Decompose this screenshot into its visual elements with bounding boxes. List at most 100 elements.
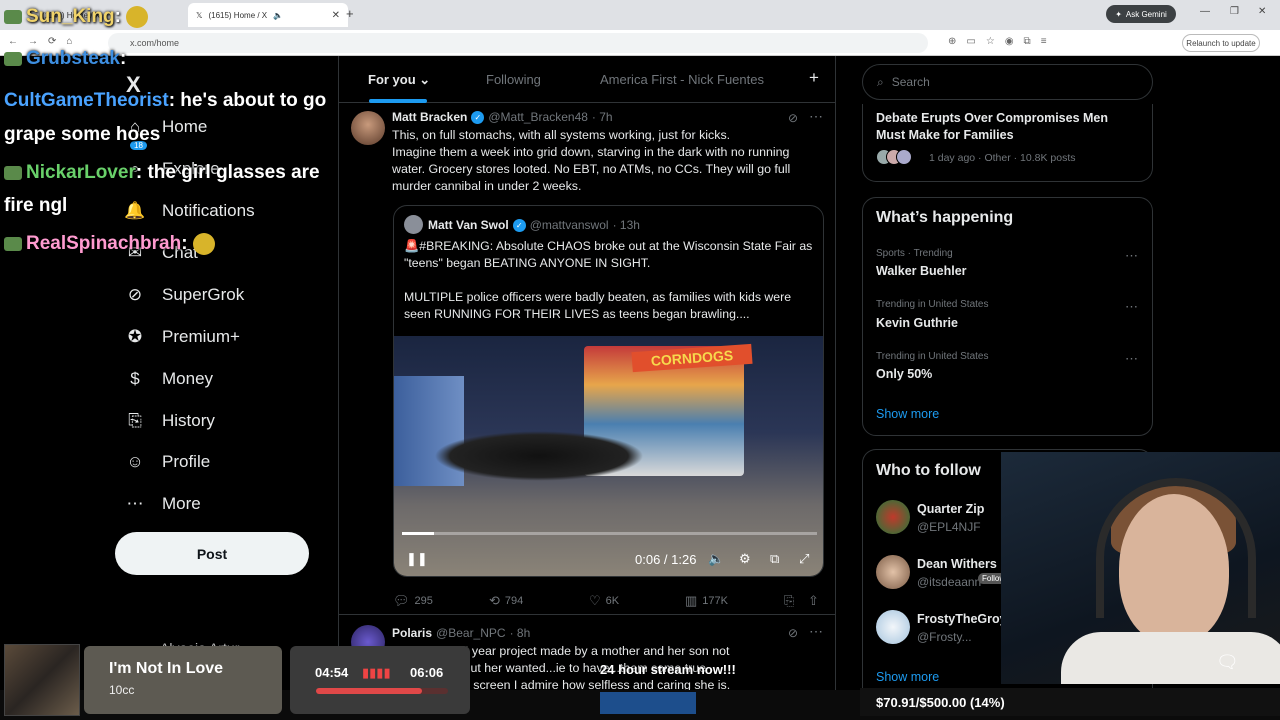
- extension-icon[interactable]: ◉: [1005, 36, 1014, 47]
- like-button[interactable]: ♡ 6K: [589, 593, 619, 609]
- avatar[interactable]: [876, 555, 910, 589]
- more-options-icon[interactable]: ⋯: [1125, 351, 1138, 367]
- pause-icon[interactable]: ❚❚: [406, 551, 428, 567]
- cast-icon[interactable]: ▭: [966, 36, 975, 47]
- chat-message: Sun_King:: [4, 6, 149, 28]
- video-progress-bar[interactable]: [402, 532, 817, 535]
- stream-chat-overlay: Sun_King: Grubsteak: CultGameTheorist: h…: [0, 0, 360, 270]
- nav-item-history[interactable]: ⎘ History: [124, 404, 215, 438]
- chat-bubble-icon[interactable]: 🗨: [1216, 652, 1239, 673]
- chart-icon: ▥: [685, 593, 698, 608]
- volume-icon[interactable]: 🔈: [708, 551, 724, 567]
- grok-icon: ⊘: [127, 285, 143, 304]
- close-window-icon[interactable]: ✕: [1258, 6, 1266, 17]
- extension-icons[interactable]: ⊕ ▭ ☆ ◉ ⧉ ≡: [948, 36, 1047, 47]
- puzzle-icon[interactable]: ⧉: [1024, 36, 1031, 47]
- emote-icon: [192, 233, 215, 255]
- zoom-icon[interactable]: ⊕: [948, 36, 956, 47]
- menu-icon[interactable]: ≡: [1041, 36, 1047, 47]
- video-scene-crowd: [434, 431, 644, 481]
- tab-for-you-label: For you: [368, 72, 416, 87]
- maximize-icon[interactable]: ❐: [1230, 6, 1239, 17]
- news-title: Debate Erupts Over Compromises Men Must …: [876, 111, 1109, 142]
- bookmark-button[interactable]: ⎘: [784, 593, 794, 609]
- chat-text: :: [181, 233, 188, 255]
- nav-item-supergrok[interactable]: ⊘ SuperGrok: [124, 278, 244, 312]
- tab-following[interactable]: Following: [486, 72, 541, 87]
- news-meta: 1 day ago · Other · 10.8K posts: [929, 152, 1076, 164]
- settings-icon[interactable]: ⚙: [739, 551, 751, 567]
- more-options-icon[interactable]: ⋯: [809, 108, 823, 125]
- nav-item-profile[interactable]: ☺ Profile: [124, 445, 210, 479]
- stream-announcement: 24 hour stream now!!!: [600, 662, 736, 677]
- repost-button[interactable]: ⟲ 794: [489, 593, 523, 609]
- author-name[interactable]: Matt Bracken: [392, 110, 467, 124]
- news-card[interactable]: Debate Erupts Over Compromises Men Must …: [862, 104, 1153, 182]
- fullscreen-icon[interactable]: ⤢: [799, 551, 809, 567]
- webcam-shirt: [1061, 632, 1280, 684]
- news-avatars: [876, 149, 924, 165]
- pip-icon[interactable]: ⧉: [770, 551, 779, 567]
- quote-avatar: [404, 215, 423, 234]
- video-progress-fill: [402, 532, 434, 535]
- more-options-icon[interactable]: ⋯: [1125, 248, 1138, 264]
- badge-icon: [4, 237, 22, 251]
- chat-message: RealSpinachbrah:: [4, 233, 215, 255]
- tweet-time[interactable]: · 7h: [592, 110, 613, 124]
- author-handle[interactable]: @Matt_Bracken48: [488, 110, 588, 124]
- tab-list[interactable]: America First - Nick Fuentes: [600, 72, 764, 87]
- badge-icon: [4, 165, 22, 180]
- ask-gemini-button[interactable]: ✦ Ask Gemini: [1106, 5, 1176, 23]
- main-feed: For you ⌄ Following America First - Nick…: [338, 56, 837, 720]
- ask-gemini-label: Ask Gemini: [1125, 9, 1167, 19]
- tweet-header: Matt Bracken ✓ @Matt_Bracken48 · 7h: [392, 110, 613, 124]
- nav-item-premium[interactable]: ✪ Premium+: [124, 320, 240, 354]
- chat-message: CultGameTheorist: he's about to go: [4, 90, 326, 112]
- song-progress-bar: [316, 688, 448, 694]
- show-more-link[interactable]: Show more: [876, 407, 939, 421]
- nav-item-money[interactable]: $ Money: [124, 362, 213, 396]
- song-progress-fill: [316, 688, 422, 694]
- more-options-icon[interactable]: ⋯: [809, 623, 823, 640]
- suggestion-name: FrostyTheGroy: [917, 612, 1007, 626]
- tweet-time[interactable]: · 8h: [510, 626, 531, 640]
- grok-icon[interactable]: ⊘: [788, 111, 798, 125]
- nav-item-label: More: [162, 494, 201, 513]
- author-handle[interactable]: @Bear_NPC: [436, 626, 506, 640]
- now-playing-card: [84, 646, 282, 714]
- quote-author-name: Matt Van Swol: [428, 218, 509, 232]
- nav-item-more[interactable]: ⋯ More: [124, 487, 201, 521]
- chat-text: : he's about to go: [168, 90, 327, 111]
- grok-icon[interactable]: ⊘: [788, 626, 798, 640]
- bookmark-icon: ⎘: [784, 593, 795, 608]
- avatar[interactable]: [876, 610, 910, 644]
- more-options-icon[interactable]: ⋯: [1125, 299, 1138, 315]
- song-artist: 10cc: [109, 683, 135, 697]
- tweet[interactable]: Matt Bracken ✓ @Matt_Bracken48 · 7h ⊘ ⋯ …: [339, 103, 837, 615]
- minimize-icon[interactable]: —: [1200, 6, 1210, 17]
- avatar[interactable]: [876, 500, 910, 534]
- trend-name: Walker Buehler: [876, 264, 967, 278]
- quote-time: · 13h: [612, 218, 640, 232]
- post-button[interactable]: Post: [115, 532, 309, 575]
- emote-icon: [126, 6, 149, 28]
- tweet-actions: 💬︎ 295 ⟲ 794 ♡ 6K ▥ 177K ⎘ ⇧: [393, 593, 823, 613]
- repost-count: 794: [504, 595, 524, 607]
- show-more-link[interactable]: Show more: [876, 670, 939, 684]
- reply-button[interactable]: 💬︎ 295: [393, 593, 433, 609]
- quoted-tweet[interactable]: Matt Van Swol ✓ @mattvanswol · 13h 🚨#BRE…: [393, 205, 824, 577]
- relaunch-button[interactable]: Relaunch to update: [1182, 34, 1260, 52]
- nav-item-label: SuperGrok: [162, 285, 245, 304]
- share-button[interactable]: ⇧: [808, 593, 819, 609]
- trend-category: Trending in United States: [876, 351, 989, 362]
- star-icon[interactable]: ☆: [986, 36, 995, 47]
- author-name[interactable]: Polaris: [392, 626, 432, 640]
- views-button[interactable]: ▥ 177K: [685, 593, 728, 609]
- tab-for-you[interactable]: For you ⌄: [368, 72, 430, 88]
- video-player[interactable]: CORNDOGS ❚❚ 0:06 / 1:26 🔈 ⚙ ⧉ ⤢: [394, 336, 823, 576]
- add-tab-button[interactable]: +: [809, 68, 819, 88]
- chevron-down-icon: ⌄: [419, 72, 431, 87]
- who-to-follow-title: Who to follow: [876, 462, 981, 479]
- equalizer-icon: ▮▮▮▮: [362, 665, 391, 680]
- search-input[interactable]: ⌕ Search: [862, 64, 1153, 100]
